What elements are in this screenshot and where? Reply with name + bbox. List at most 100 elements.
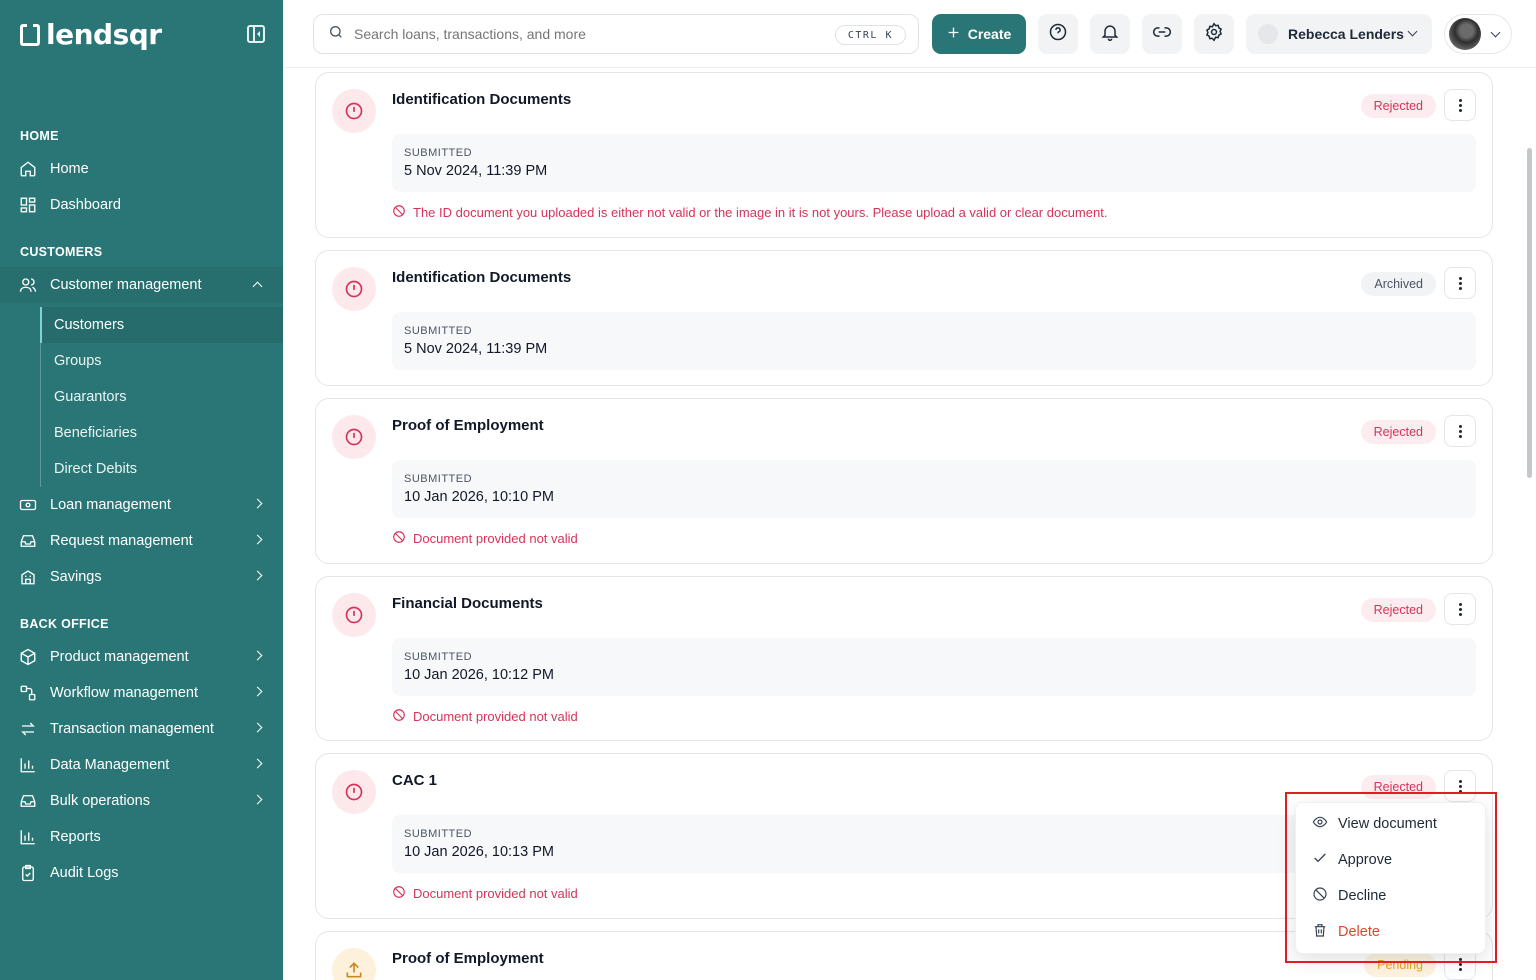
sidebar-item-bulk-operations[interactable]: Bulk operations (0, 783, 283, 819)
sidebar-item-product-management[interactable]: Product management (0, 639, 283, 675)
highlight-annotation (1285, 792, 1497, 963)
kebab-icon (1458, 429, 1462, 433)
sidebar-item-customers[interactable]: Customers (40, 307, 283, 343)
sidebar-item-home[interactable]: Home (0, 151, 283, 187)
chevron-right-icon (252, 650, 263, 661)
ban-icon (392, 204, 406, 221)
link-button[interactable] (1142, 14, 1182, 54)
help-button[interactable] (1038, 14, 1078, 54)
submitted-date: 5 Nov 2024, 11:39 PM (404, 341, 548, 357)
bar-chart-icon (18, 827, 38, 847)
status-badge: Rejected (1360, 598, 1436, 622)
sidebar-item-direct-debits[interactable]: Direct Debits (40, 451, 283, 487)
submitted-label: SUBMITTED (404, 651, 473, 663)
profile-menu-button[interactable] (1444, 14, 1512, 54)
money-icon (18, 495, 38, 515)
document-title: Proof of Employment (392, 417, 544, 434)
chevron-right-icon (252, 758, 263, 769)
status-badge: Rejected (1360, 420, 1436, 444)
document-title: CAC 1 (392, 772, 438, 789)
sidebar-item-data-management[interactable]: Data Management (0, 747, 283, 783)
alert-circle-icon (332, 593, 376, 637)
organization-switcher[interactable]: Rebecca Lenders (1246, 14, 1432, 54)
document-title: Proof of Employment (392, 950, 544, 967)
sidebar-item-transaction-management[interactable]: Transaction management (0, 711, 283, 747)
brand-name: lendsqr (46, 18, 162, 51)
keyboard-shortcut: CTRL K (834, 25, 906, 45)
sidebar-item-groups[interactable]: Groups (40, 343, 283, 379)
inbox-icon (18, 531, 38, 551)
help-icon (1048, 22, 1068, 47)
sidebar-item-beneficiaries[interactable]: Beneficiaries (40, 415, 283, 451)
rejection-reason: Document provided not valid (392, 530, 578, 547)
sidebar-item-workflow-management[interactable]: Workflow management (0, 675, 283, 711)
chevron-right-icon (252, 686, 263, 697)
alert-circle-icon (332, 267, 376, 311)
more-options-button[interactable] (1444, 89, 1476, 121)
rejection-reason: Document provided not valid (392, 885, 578, 902)
box-icon (18, 647, 38, 667)
search-input[interactable] (354, 26, 804, 42)
dashboard-icon (18, 195, 38, 215)
sidebar-item-reports[interactable]: Reports (0, 819, 283, 855)
status-badge: Archived (1361, 272, 1436, 296)
ban-icon (392, 530, 406, 547)
document-card: Identification Documents Rejected SUBMIT… (315, 72, 1493, 238)
chevron-down-icon (1490, 27, 1501, 38)
home-icon (18, 159, 38, 179)
chevron-right-icon (252, 534, 263, 545)
avatar (1449, 18, 1481, 50)
status-badge: Rejected (1360, 94, 1436, 118)
sidebar-item-request-management[interactable]: Request management (0, 523, 283, 559)
kebab-icon (1458, 103, 1462, 107)
transfer-icon (18, 719, 38, 739)
chevron-right-icon (252, 722, 263, 733)
sidebar-item-loan-management[interactable]: Loan management (0, 487, 283, 523)
search-icon (328, 24, 344, 45)
submitted-box: SUBMITTED 10 Jan 2026, 10:12 PM (392, 638, 1476, 696)
section-title-customers: CUSTOMERS (20, 245, 103, 259)
collapse-sidebar-icon[interactable] (247, 25, 265, 43)
users-icon (18, 275, 38, 295)
sidebar-item-dashboard[interactable]: Dashboard (0, 187, 283, 223)
bank-icon (18, 567, 38, 587)
create-button[interactable]: Create (932, 14, 1026, 54)
sidebar-item-savings[interactable]: Savings (0, 559, 283, 595)
plus-icon (947, 26, 960, 42)
submitted-box: SUBMITTED 10 Jan 2026, 10:10 PM (392, 460, 1476, 518)
alert-circle-icon (332, 415, 376, 459)
rejection-reason: Document provided not valid (392, 708, 578, 725)
sidebar-item-audit-logs[interactable]: Audit Logs (0, 855, 283, 891)
chevron-right-icon (252, 498, 263, 509)
chevron-up-icon (252, 281, 263, 292)
gear-icon (1204, 21, 1224, 47)
document-title: Financial Documents (392, 595, 543, 612)
submitted-box: SUBMITTED 5 Nov 2024, 11:39 PM (392, 312, 1476, 370)
kebab-icon (1458, 281, 1462, 285)
submitted-date: 10 Jan 2026, 10:10 PM (404, 489, 554, 505)
more-options-button[interactable] (1444, 415, 1476, 447)
sidebar-item-guarantors[interactable]: Guarantors (40, 379, 283, 415)
ban-icon (392, 885, 406, 902)
chevron-right-icon (252, 570, 263, 581)
top-bar: CTRL K Create Rebecca Lenders (283, 0, 1536, 68)
sidebar: lendsqr HOME Home Dashboard CUSTOMERS Cu… (0, 0, 283, 980)
brand-logo[interactable]: lendsqr (20, 18, 162, 51)
more-options-button[interactable] (1444, 593, 1476, 625)
kebab-icon (1458, 784, 1462, 788)
upload-icon (332, 948, 376, 980)
kebab-icon (1458, 607, 1462, 611)
logo-icon (20, 23, 40, 46)
submitted-box: SUBMITTED 5 Nov 2024, 11:39 PM (392, 134, 1476, 192)
search-bar[interactable]: CTRL K (313, 14, 919, 54)
notifications-button[interactable] (1090, 14, 1130, 54)
settings-button[interactable] (1194, 14, 1234, 54)
section-title-back-office: BACK OFFICE (20, 617, 109, 631)
alert-circle-icon (332, 770, 376, 814)
organization-logo (1258, 24, 1278, 44)
sidebar-item-customer-management[interactable]: Customer management (0, 267, 283, 303)
inbox-icon (18, 791, 38, 811)
scrollbar-thumb[interactable] (1527, 148, 1532, 478)
submitted-date: 5 Nov 2024, 11:39 PM (404, 163, 548, 179)
more-options-button[interactable] (1444, 267, 1476, 299)
